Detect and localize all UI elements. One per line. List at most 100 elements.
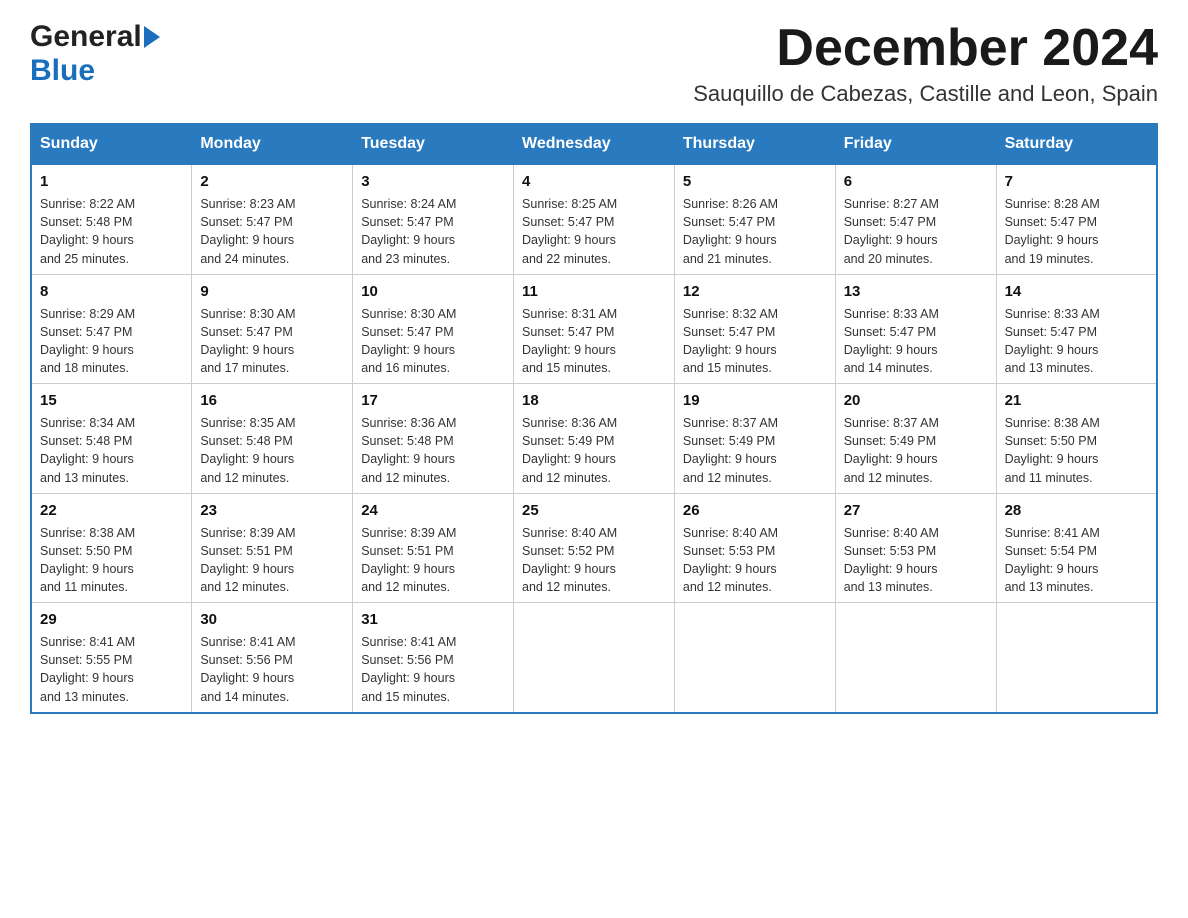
table-row: 11Sunrise: 8:31 AMSunset: 5:47 PMDayligh… bbox=[514, 274, 675, 384]
day-number: 2 bbox=[200, 171, 344, 192]
day-number: 13 bbox=[844, 281, 988, 302]
col-sunday: Sunday bbox=[31, 124, 192, 164]
calendar-week-row: 1Sunrise: 8:22 AMSunset: 5:48 PMDaylight… bbox=[31, 164, 1157, 274]
day-number: 25 bbox=[522, 500, 666, 521]
day-info: Sunrise: 8:39 AMSunset: 5:51 PMDaylight:… bbox=[361, 524, 505, 597]
col-wednesday: Wednesday bbox=[514, 124, 675, 164]
day-info: Sunrise: 8:36 AMSunset: 5:49 PMDaylight:… bbox=[522, 414, 666, 487]
table-row: 28 Sunrise: 8:41 AMSunset: 5:54 PMDayligh… bbox=[996, 493, 1157, 603]
day-number: 20 bbox=[844, 390, 988, 411]
col-tuesday: Tuesday bbox=[353, 124, 514, 164]
table-row: 29 Sunrise: 8:41 AMSunset: 5:55 PMDayligh… bbox=[31, 603, 192, 713]
calendar-week-row: 29 Sunrise: 8:41 AMSunset: 5:55 PMDayligh… bbox=[31, 603, 1157, 713]
day-info: Sunrise: 8:25 AMSunset: 5:47 PMDaylight:… bbox=[522, 195, 666, 268]
day-number: 21 bbox=[1005, 390, 1148, 411]
table-row: 22 Sunrise: 8:38 AMSunset: 5:50 PMDayligh… bbox=[31, 493, 192, 603]
day-number: 6 bbox=[844, 171, 988, 192]
day-info: Sunrise: 8:33 AMSunset: 5:47 PMDaylight:… bbox=[1005, 305, 1148, 378]
col-monday: Monday bbox=[192, 124, 353, 164]
table-row: 17Sunrise: 8:36 AMSunset: 5:48 PMDayligh… bbox=[353, 384, 514, 494]
table-row: 30 Sunrise: 8:41 AMSunset: 5:56 PMDayligh… bbox=[192, 603, 353, 713]
day-number: 8 bbox=[40, 281, 183, 302]
table-row: 5 Sunrise: 8:26 AMSunset: 5:47 PMDaylight… bbox=[674, 164, 835, 274]
table-row bbox=[835, 603, 996, 713]
logo: General Blue bbox=[30, 20, 160, 88]
table-row bbox=[996, 603, 1157, 713]
day-number: 28 bbox=[1005, 500, 1148, 521]
day-info: Sunrise: 8:40 AMSunset: 5:53 PMDaylight:… bbox=[844, 524, 988, 597]
table-row: 8 Sunrise: 8:29 AMSunset: 5:47 PMDaylight… bbox=[31, 274, 192, 384]
logo-general-text: General bbox=[30, 20, 142, 54]
day-number: 18 bbox=[522, 390, 666, 411]
day-number: 12 bbox=[683, 281, 827, 302]
day-info: Sunrise: 8:26 AMSunset: 5:47 PMDaylight:… bbox=[683, 195, 827, 268]
day-info: Sunrise: 8:38 AMSunset: 5:50 PMDaylight:… bbox=[40, 524, 183, 597]
day-info: Sunrise: 8:41 AMSunset: 5:54 PMDaylight:… bbox=[1005, 524, 1148, 597]
location-subtitle: Sauquillo de Cabezas, Castille and Leon,… bbox=[693, 81, 1158, 107]
table-row: 2 Sunrise: 8:23 AMSunset: 5:47 PMDaylight… bbox=[192, 164, 353, 274]
day-number: 23 bbox=[200, 500, 344, 521]
table-row: 24 Sunrise: 8:39 AMSunset: 5:51 PMDayligh… bbox=[353, 493, 514, 603]
table-row: 14 Sunrise: 8:33 AMSunset: 5:47 PMDayligh… bbox=[996, 274, 1157, 384]
day-info: Sunrise: 8:40 AMSunset: 5:53 PMDaylight:… bbox=[683, 524, 827, 597]
table-row bbox=[514, 603, 675, 713]
day-number: 31 bbox=[361, 609, 505, 630]
table-row: 26Sunrise: 8:40 AMSunset: 5:53 PMDayligh… bbox=[674, 493, 835, 603]
table-row bbox=[674, 603, 835, 713]
day-number: 30 bbox=[200, 609, 344, 630]
day-info: Sunrise: 8:32 AMSunset: 5:47 PMDaylight:… bbox=[683, 305, 827, 378]
day-info: Sunrise: 8:41 AMSunset: 5:56 PMDaylight:… bbox=[361, 633, 505, 706]
title-area: December 2024 Sauquillo de Cabezas, Cast… bbox=[693, 20, 1158, 107]
calendar-week-row: 22 Sunrise: 8:38 AMSunset: 5:50 PMDayligh… bbox=[31, 493, 1157, 603]
calendar-week-row: 15 Sunrise: 8:34 AMSunset: 5:48 PMDayligh… bbox=[31, 384, 1157, 494]
table-row: 25 Sunrise: 8:40 AMSunset: 5:52 PMDayligh… bbox=[514, 493, 675, 603]
table-row: 31 Sunrise: 8:41 AMSunset: 5:56 PMDayligh… bbox=[353, 603, 514, 713]
day-number: 14 bbox=[1005, 281, 1148, 302]
logo-triangle-icon bbox=[144, 26, 160, 48]
day-info: Sunrise: 8:23 AMSunset: 5:47 PMDaylight:… bbox=[200, 195, 344, 268]
day-number: 16 bbox=[200, 390, 344, 411]
table-row: 3Sunrise: 8:24 AMSunset: 5:47 PMDaylight… bbox=[353, 164, 514, 274]
table-row: 4Sunrise: 8:25 AMSunset: 5:47 PMDaylight… bbox=[514, 164, 675, 274]
day-number: 24 bbox=[361, 500, 505, 521]
day-info: Sunrise: 8:41 AMSunset: 5:55 PMDaylight:… bbox=[40, 633, 183, 706]
day-number: 15 bbox=[40, 390, 183, 411]
day-info: Sunrise: 8:37 AMSunset: 5:49 PMDaylight:… bbox=[683, 414, 827, 487]
day-info: Sunrise: 8:28 AMSunset: 5:47 PMDaylight:… bbox=[1005, 195, 1148, 268]
col-friday: Friday bbox=[835, 124, 996, 164]
day-info: Sunrise: 8:30 AMSunset: 5:47 PMDaylight:… bbox=[200, 305, 344, 378]
table-row: 1Sunrise: 8:22 AMSunset: 5:48 PMDaylight… bbox=[31, 164, 192, 274]
day-info: Sunrise: 8:35 AMSunset: 5:48 PMDaylight:… bbox=[200, 414, 344, 487]
day-info: Sunrise: 8:33 AMSunset: 5:47 PMDaylight:… bbox=[844, 305, 988, 378]
table-row: 15 Sunrise: 8:34 AMSunset: 5:48 PMDayligh… bbox=[31, 384, 192, 494]
day-number: 10 bbox=[361, 281, 505, 302]
day-info: Sunrise: 8:27 AMSunset: 5:47 PMDaylight:… bbox=[844, 195, 988, 268]
day-number: 3 bbox=[361, 171, 505, 192]
table-row: 19 Sunrise: 8:37 AMSunset: 5:49 PMDayligh… bbox=[674, 384, 835, 494]
day-number: 1 bbox=[40, 171, 183, 192]
day-info: Sunrise: 8:41 AMSunset: 5:56 PMDaylight:… bbox=[200, 633, 344, 706]
day-info: Sunrise: 8:37 AMSunset: 5:49 PMDaylight:… bbox=[844, 414, 988, 487]
calendar-table: Sunday Monday Tuesday Wednesday Thursday… bbox=[30, 123, 1158, 714]
day-number: 5 bbox=[683, 171, 827, 192]
table-row: 16 Sunrise: 8:35 AMSunset: 5:48 PMDayligh… bbox=[192, 384, 353, 494]
table-row: 6 Sunrise: 8:27 AMSunset: 5:47 PMDaylight… bbox=[835, 164, 996, 274]
calendar-week-row: 8 Sunrise: 8:29 AMSunset: 5:47 PMDaylight… bbox=[31, 274, 1157, 384]
day-info: Sunrise: 8:29 AMSunset: 5:47 PMDaylight:… bbox=[40, 305, 183, 378]
day-number: 22 bbox=[40, 500, 183, 521]
day-info: Sunrise: 8:34 AMSunset: 5:48 PMDaylight:… bbox=[40, 414, 183, 487]
page-container: General Blue December 2024 Sauquillo de … bbox=[30, 20, 1158, 714]
logo-blue-text: Blue bbox=[30, 54, 95, 87]
table-row: 13 Sunrise: 8:33 AMSunset: 5:47 PMDayligh… bbox=[835, 274, 996, 384]
day-info: Sunrise: 8:39 AMSunset: 5:51 PMDaylight:… bbox=[200, 524, 344, 597]
day-info: Sunrise: 8:30 AMSunset: 5:47 PMDaylight:… bbox=[361, 305, 505, 378]
table-row: 12 Sunrise: 8:32 AMSunset: 5:47 PMDayligh… bbox=[674, 274, 835, 384]
col-saturday: Saturday bbox=[996, 124, 1157, 164]
day-info: Sunrise: 8:36 AMSunset: 5:48 PMDaylight:… bbox=[361, 414, 505, 487]
day-number: 19 bbox=[683, 390, 827, 411]
calendar-header-row: Sunday Monday Tuesday Wednesday Thursday… bbox=[31, 124, 1157, 164]
day-number: 29 bbox=[40, 609, 183, 630]
day-info: Sunrise: 8:40 AMSunset: 5:52 PMDaylight:… bbox=[522, 524, 666, 597]
day-number: 9 bbox=[200, 281, 344, 302]
table-row: 27Sunrise: 8:40 AMSunset: 5:53 PMDayligh… bbox=[835, 493, 996, 603]
